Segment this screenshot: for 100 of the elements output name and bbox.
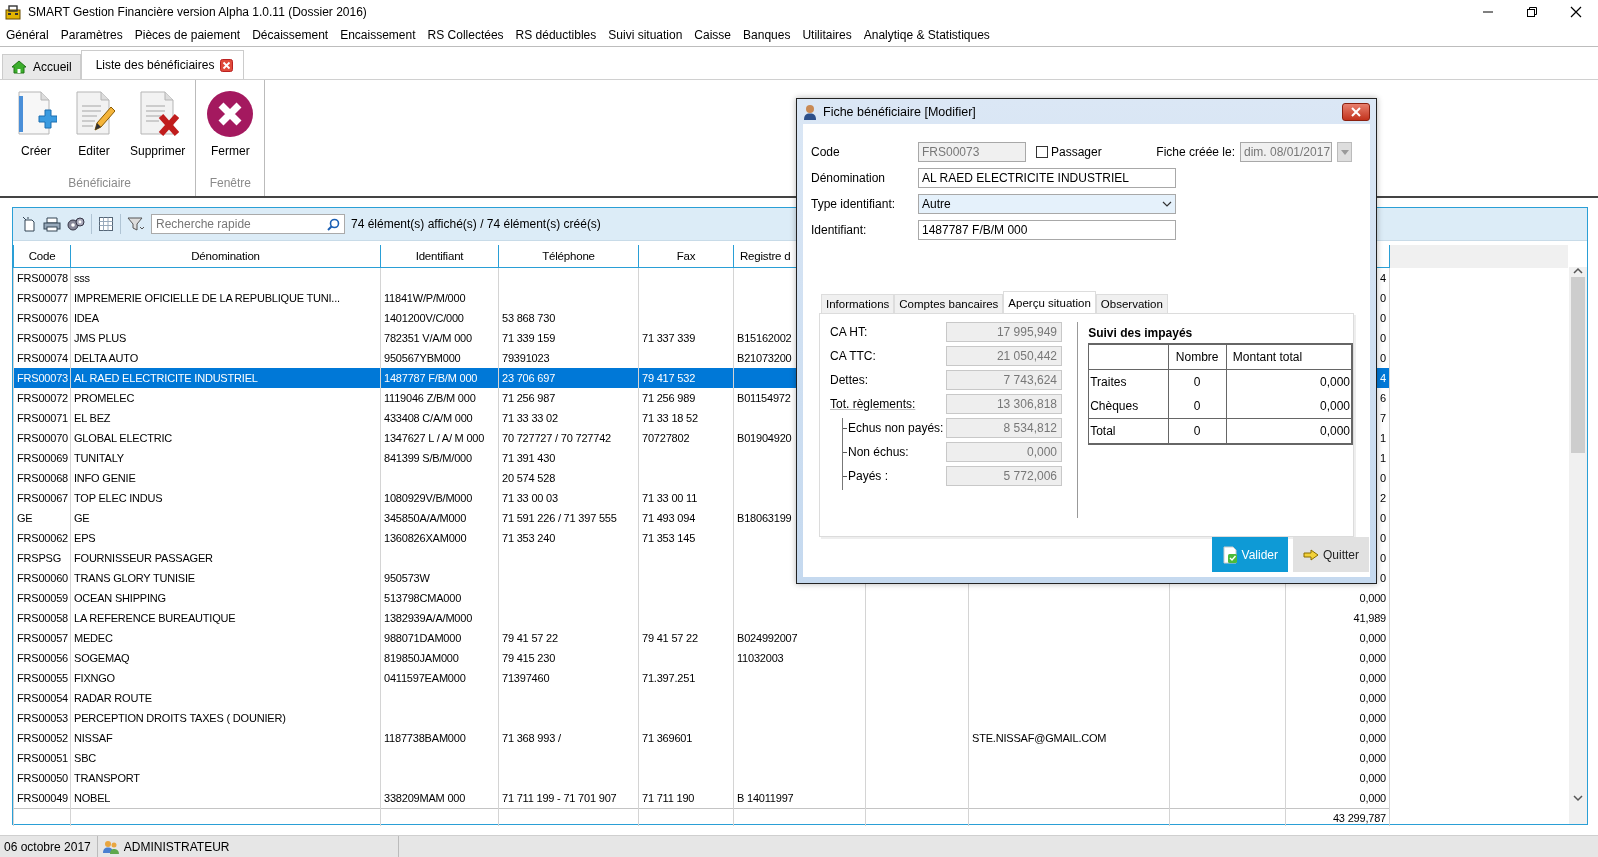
table-cell: 79 415 230 [498, 648, 639, 668]
table-cell: JMS PLUS [70, 328, 381, 348]
table-cell: 0,000 [1285, 788, 1390, 809]
table-cell: Total [1088, 418, 1168, 444]
close-circle-icon [206, 90, 255, 138]
menu-item[interactable]: Suivi situation [602, 28, 689, 42]
users-icon [101, 838, 120, 855]
table-cell: 0,000 [1226, 394, 1352, 419]
table-cell: TOP ELEC INDUS [70, 488, 381, 508]
tab[interactable]: Comptes bancaires [894, 294, 1004, 313]
table-cell: 950573W [380, 568, 499, 588]
scroll-down-icon [1573, 794, 1583, 802]
table-cell: FRS00062 [13, 528, 71, 548]
table-cell: NOBEL [70, 788, 381, 809]
table-cell: 1347627 L / A/ M 000 [380, 428, 499, 448]
close-icon[interactable] [1570, 6, 1582, 18]
table-cell: 0,000 [1285, 708, 1390, 728]
scrollbar[interactable] [1569, 267, 1587, 824]
document-tab[interactable]: Accueil [2, 54, 81, 79]
table-cell: 0,000 [1226, 418, 1352, 444]
menu-item[interactable]: Encaissement [334, 28, 422, 42]
menu-item[interactable]: Général [0, 28, 55, 42]
table-cell: STE.NISSAF@GMAIL.COM [968, 728, 1170, 748]
column-header[interactable]: Code [13, 245, 71, 268]
menu-item[interactable]: Décaissement [246, 28, 335, 42]
table-cell: 988071DAM000 [380, 628, 499, 648]
table-cell: 71 33 00 03 [498, 488, 639, 508]
app-logo-icon [4, 4, 22, 20]
tab[interactable]: Aperçu situation [1003, 291, 1096, 313]
scrollbar-thumb[interactable] [1571, 277, 1585, 453]
table-cell: 41,989 [1285, 608, 1390, 628]
arrow-right-icon [1303, 548, 1319, 561]
dropdown[interactable]: Autre [918, 194, 1176, 214]
ribbon-button[interactable]: Fermer [200, 90, 261, 168]
field-label: CA HT: [830, 325, 869, 339]
table-cell: 71 711 199 - 71 701 907 [498, 788, 639, 809]
search-field[interactable]: Recherche rapide [151, 214, 345, 234]
spreadsheet-icon[interactable] [98, 216, 114, 232]
table-cell: 71 711 190 [638, 788, 734, 809]
new-icon[interactable] [21, 216, 37, 232]
table-cell: SOGEMAQ [70, 648, 381, 668]
menu-item[interactable]: RS Collectées [421, 28, 510, 42]
close-button[interactable] [1342, 102, 1370, 121]
close-icon [1351, 106, 1361, 117]
table-cell: FOURNISSEUR PASSAGER [70, 548, 381, 568]
table-cell: 71 353 145 [638, 528, 734, 548]
column-header: Nombre [1168, 344, 1227, 370]
column-header[interactable]: Dénomination [70, 245, 381, 268]
menu-item[interactable]: Caisse [688, 28, 738, 42]
table-cell: GE [13, 508, 71, 528]
table-cell: FRS00060 [13, 568, 71, 588]
filter-icon[interactable] [127, 216, 145, 232]
table-cell: 71 33 00 11 [638, 488, 734, 508]
menu-item[interactable]: RS déductibles [509, 28, 603, 42]
dialog-button[interactable]: Quitter [1293, 537, 1369, 572]
table-cell: 338209MAM 000 [380, 788, 499, 809]
printer-icon[interactable] [43, 216, 61, 232]
ribbon-button[interactable]: Créer [8, 90, 64, 168]
table-cell: 0,000 [1285, 688, 1390, 708]
menu-item[interactable]: Banques [737, 28, 797, 42]
table-cell: FRS00056 [13, 648, 71, 668]
amount-field: 13 306,818 [946, 394, 1062, 414]
menu-item[interactable]: Analytiqe & Statistiques [857, 28, 996, 42]
table-cell: FRS00073 [13, 368, 71, 388]
table-cell: FRS00053 [13, 708, 71, 728]
column-header[interactable]: Identifiant [380, 245, 499, 268]
ribbon-button[interactable]: Supprimer [124, 90, 192, 168]
ribbon-button[interactable]: Editer [66, 90, 122, 168]
table-cell: 0,000 [1285, 768, 1390, 788]
table-cell: FRS00068 [13, 468, 71, 488]
maximize-icon[interactable] [1526, 6, 1538, 18]
document-check-icon [1221, 545, 1238, 564]
table-cell: 0,000 [1285, 748, 1390, 768]
table-cell: 0,000 [1285, 728, 1390, 748]
table-cell: FRS00055 [13, 668, 71, 688]
table-cell: Chèques [1088, 394, 1168, 419]
checkbox[interactable] [1036, 146, 1048, 158]
close-icon[interactable] [220, 58, 234, 72]
column-header[interactable]: Fax [638, 245, 734, 268]
menu-item[interactable]: Pièces de paiement [128, 28, 247, 42]
table-cell: B024992007 [733, 628, 866, 648]
table-cell: 71 339 159 [498, 328, 639, 348]
user-icon [803, 103, 817, 120]
table-cell: TRANSPORT [70, 768, 381, 788]
menu-item[interactable]: Utilitaires [796, 28, 858, 42]
column-header[interactable]: Téléphone [498, 245, 639, 268]
table-cell: 841399 S/B/M/000 [380, 448, 499, 468]
table-cell: 819850JAM000 [380, 648, 499, 668]
table-cell: 71 256 989 [638, 388, 734, 408]
tab[interactable]: Informations [821, 294, 895, 313]
table-cell: FRS00057 [13, 628, 71, 648]
text-field[interactable]: 1487787 F/B/M 000 [918, 220, 1176, 240]
tab[interactable]: Observation [1095, 294, 1168, 313]
menu-item[interactable]: Paramètres [54, 28, 129, 42]
table-cell: FRSPSG [13, 548, 71, 568]
text-field[interactable]: AL RAED ELECTRICITE INDUSTRIEL [918, 168, 1176, 188]
document-tab[interactable]: Liste des bénéficiaires [80, 50, 245, 79]
table-cell: 71 33 33 02 [498, 408, 639, 428]
chevron-down-icon [1162, 201, 1172, 207]
gears-icon[interactable] [67, 216, 85, 232]
